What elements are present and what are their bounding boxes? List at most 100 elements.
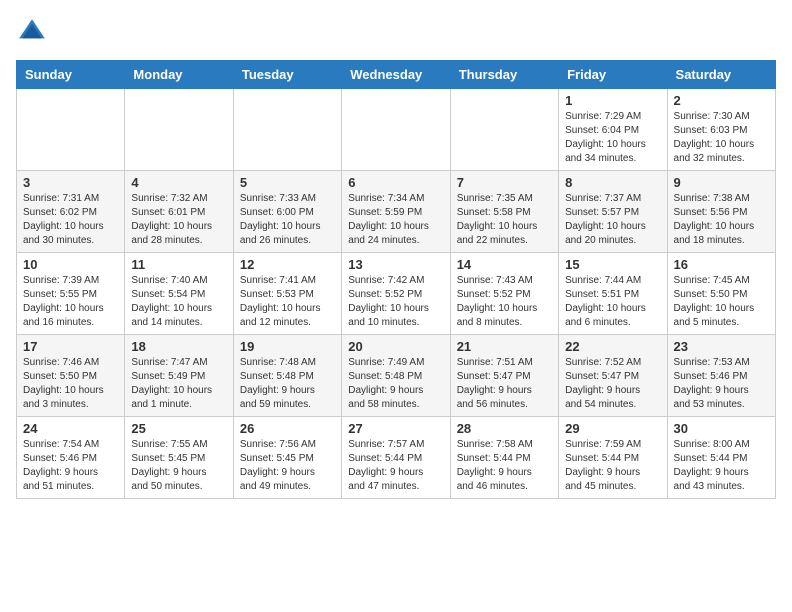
- calendar-cell: 23 Sunrise: 7:53 AM Sunset: 5:46 PM Dayli…: [667, 335, 775, 417]
- calendar-cell: 30 Sunrise: 8:00 AM Sunset: 5:44 PM Dayli…: [667, 417, 775, 499]
- calendar-cell: 26 Sunrise: 7:56 AM Sunset: 5:45 PM Dayli…: [233, 417, 341, 499]
- day-number: 17: [23, 339, 118, 354]
- day-number: 25: [131, 421, 226, 436]
- day-number: 24: [23, 421, 118, 436]
- day-info: Sunrise: 7:51 AM Sunset: 5:47 PM Dayligh…: [457, 356, 552, 412]
- calendar-cell: 28 Sunrise: 7:58 AM Sunset: 5:44 PM Dayli…: [450, 417, 558, 499]
- day-number: 20: [348, 339, 443, 354]
- logo: [16, 16, 52, 48]
- day-number: 29: [565, 421, 660, 436]
- day-number: 12: [240, 257, 335, 272]
- day-number: 23: [674, 339, 769, 354]
- day-info: Sunrise: 7:55 AM Sunset: 5:45 PM Dayligh…: [131, 438, 226, 494]
- weekday-header-thursday: Thursday: [450, 61, 558, 89]
- day-info: Sunrise: 7:30 AM Sunset: 6:03 PM Dayligh…: [674, 110, 769, 166]
- day-number: 16: [674, 257, 769, 272]
- day-info: Sunrise: 7:59 AM Sunset: 5:44 PM Dayligh…: [565, 438, 660, 494]
- day-info: Sunrise: 7:43 AM Sunset: 5:52 PM Dayligh…: [457, 274, 552, 330]
- day-info: Sunrise: 7:45 AM Sunset: 5:50 PM Dayligh…: [674, 274, 769, 330]
- day-info: Sunrise: 7:47 AM Sunset: 5:49 PM Dayligh…: [131, 356, 226, 412]
- calendar-cell: 19 Sunrise: 7:48 AM Sunset: 5:48 PM Dayli…: [233, 335, 341, 417]
- day-number: 6: [348, 175, 443, 190]
- day-number: 10: [23, 257, 118, 272]
- day-info: Sunrise: 7:46 AM Sunset: 5:50 PM Dayligh…: [23, 356, 118, 412]
- day-number: 7: [457, 175, 552, 190]
- calendar-cell: 8 Sunrise: 7:37 AM Sunset: 5:57 PM Daylig…: [559, 171, 667, 253]
- day-info: Sunrise: 7:44 AM Sunset: 5:51 PM Dayligh…: [565, 274, 660, 330]
- calendar-cell: [233, 89, 341, 171]
- day-info: Sunrise: 7:58 AM Sunset: 5:44 PM Dayligh…: [457, 438, 552, 494]
- day-number: 28: [457, 421, 552, 436]
- calendar-cell: 4 Sunrise: 7:32 AM Sunset: 6:01 PM Daylig…: [125, 171, 233, 253]
- day-info: Sunrise: 7:35 AM Sunset: 5:58 PM Dayligh…: [457, 192, 552, 248]
- day-number: 4: [131, 175, 226, 190]
- calendar-cell: 3Sunrise: 7:31 AM Sunset: 6:02 PM Daylig…: [17, 171, 125, 253]
- day-number: 22: [565, 339, 660, 354]
- day-number: 27: [348, 421, 443, 436]
- day-info: Sunrise: 7:37 AM Sunset: 5:57 PM Dayligh…: [565, 192, 660, 248]
- logo-icon: [16, 16, 48, 48]
- calendar-cell: [450, 89, 558, 171]
- day-number: 8: [565, 175, 660, 190]
- day-number: 21: [457, 339, 552, 354]
- calendar-cell: 29 Sunrise: 7:59 AM Sunset: 5:44 PM Dayli…: [559, 417, 667, 499]
- day-info: Sunrise: 7:41 AM Sunset: 5:53 PM Dayligh…: [240, 274, 335, 330]
- day-info: Sunrise: 7:29 AM Sunset: 6:04 PM Dayligh…: [565, 110, 660, 166]
- day-info: Sunrise: 8:00 AM Sunset: 5:44 PM Dayligh…: [674, 438, 769, 494]
- calendar-cell: 7 Sunrise: 7:35 AM Sunset: 5:58 PM Daylig…: [450, 171, 558, 253]
- day-info: Sunrise: 7:38 AM Sunset: 5:56 PM Dayligh…: [674, 192, 769, 248]
- calendar-week-row: 24 Sunrise: 7:54 AM Sunset: 5:46 PM Dayli…: [17, 417, 776, 499]
- day-number: 30: [674, 421, 769, 436]
- day-number: 15: [565, 257, 660, 272]
- day-info: Sunrise: 7:32 AM Sunset: 6:01 PM Dayligh…: [131, 192, 226, 248]
- calendar-cell: 18 Sunrise: 7:47 AM Sunset: 5:49 PM Dayli…: [125, 335, 233, 417]
- calendar-cell: 12 Sunrise: 7:41 AM Sunset: 5:53 PM Dayli…: [233, 253, 341, 335]
- calendar-cell: 6Sunrise: 7:34 AM Sunset: 5:59 PM Daylig…: [342, 171, 450, 253]
- calendar-cell: 25 Sunrise: 7:55 AM Sunset: 5:45 PM Dayli…: [125, 417, 233, 499]
- weekday-header-monday: Monday: [125, 61, 233, 89]
- calendar-cell: 22 Sunrise: 7:52 AM Sunset: 5:47 PM Dayli…: [559, 335, 667, 417]
- calendar-cell: 24 Sunrise: 7:54 AM Sunset: 5:46 PM Dayli…: [17, 417, 125, 499]
- day-info: Sunrise: 7:54 AM Sunset: 5:46 PM Dayligh…: [23, 438, 118, 494]
- weekday-header-sunday: Sunday: [17, 61, 125, 89]
- day-info: Sunrise: 7:53 AM Sunset: 5:46 PM Dayligh…: [674, 356, 769, 412]
- day-number: 5: [240, 175, 335, 190]
- calendar-cell: 2 Sunrise: 7:30 AM Sunset: 6:03 PM Daylig…: [667, 89, 775, 171]
- day-info: Sunrise: 7:48 AM Sunset: 5:48 PM Dayligh…: [240, 356, 335, 412]
- calendar-week-row: 17 Sunrise: 7:46 AM Sunset: 5:50 PM Dayli…: [17, 335, 776, 417]
- day-number: 3: [23, 175, 118, 190]
- calendar-week-row: 10 Sunrise: 7:39 AM Sunset: 5:55 PM Dayli…: [17, 253, 776, 335]
- day-info: Sunrise: 7:52 AM Sunset: 5:47 PM Dayligh…: [565, 356, 660, 412]
- calendar-cell: 1 Sunrise: 7:29 AM Sunset: 6:04 PM Daylig…: [559, 89, 667, 171]
- calendar-cell: 14 Sunrise: 7:43 AM Sunset: 5:52 PM Dayli…: [450, 253, 558, 335]
- day-number: 26: [240, 421, 335, 436]
- calendar-cell: 9 Sunrise: 7:38 AM Sunset: 5:56 PM Daylig…: [667, 171, 775, 253]
- calendar-cell: [342, 89, 450, 171]
- day-info: Sunrise: 7:49 AM Sunset: 5:48 PM Dayligh…: [348, 356, 443, 412]
- weekday-header-friday: Friday: [559, 61, 667, 89]
- calendar-cell: 15 Sunrise: 7:44 AM Sunset: 5:51 PM Dayli…: [559, 253, 667, 335]
- day-number: 1: [565, 93, 660, 108]
- day-info: Sunrise: 7:39 AM Sunset: 5:55 PM Dayligh…: [23, 274, 118, 330]
- day-info: Sunrise: 7:56 AM Sunset: 5:45 PM Dayligh…: [240, 438, 335, 494]
- calendar-cell: [125, 89, 233, 171]
- day-number: 11: [131, 257, 226, 272]
- day-number: 13: [348, 257, 443, 272]
- page-header: [16, 16, 776, 48]
- day-info: Sunrise: 7:57 AM Sunset: 5:44 PM Dayligh…: [348, 438, 443, 494]
- calendar-cell: 21 Sunrise: 7:51 AM Sunset: 5:47 PM Dayli…: [450, 335, 558, 417]
- calendar-cell: 27 Sunrise: 7:57 AM Sunset: 5:44 PM Dayli…: [342, 417, 450, 499]
- day-number: 18: [131, 339, 226, 354]
- calendar-cell: 5Sunrise: 7:33 AM Sunset: 6:00 PM Daylig…: [233, 171, 341, 253]
- calendar-cell: 13 Sunrise: 7:42 AM Sunset: 5:52 PM Dayli…: [342, 253, 450, 335]
- day-number: 2: [674, 93, 769, 108]
- weekday-header-row: SundayMondayTuesdayWednesdayThursdayFrid…: [17, 61, 776, 89]
- day-number: 14: [457, 257, 552, 272]
- calendar-cell: [17, 89, 125, 171]
- day-number: 9: [674, 175, 769, 190]
- day-info: Sunrise: 7:42 AM Sunset: 5:52 PM Dayligh…: [348, 274, 443, 330]
- calendar-cell: 17 Sunrise: 7:46 AM Sunset: 5:50 PM Dayli…: [17, 335, 125, 417]
- weekday-header-tuesday: Tuesday: [233, 61, 341, 89]
- calendar-cell: 20 Sunrise: 7:49 AM Sunset: 5:48 PM Dayli…: [342, 335, 450, 417]
- day-number: 19: [240, 339, 335, 354]
